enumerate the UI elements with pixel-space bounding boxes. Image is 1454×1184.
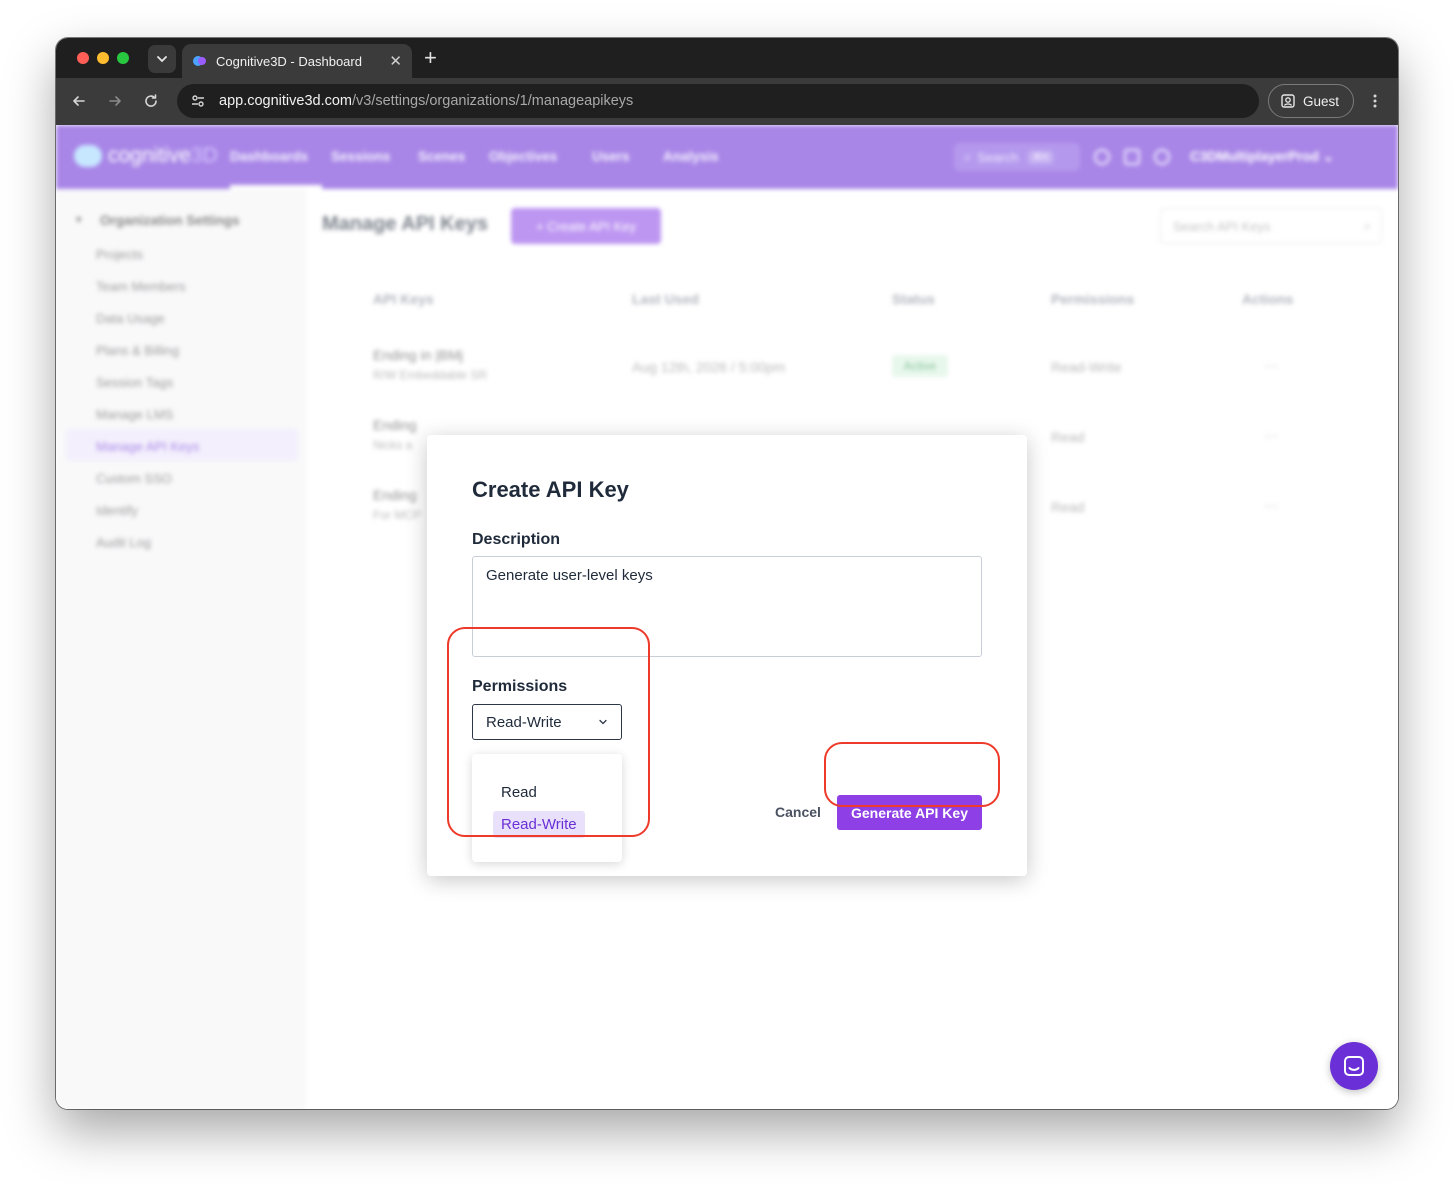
- permissions-highlight-annotation: [447, 627, 650, 837]
- browser-menu-button[interactable]: [1368, 90, 1382, 112]
- url-text: app.cognitive3d.com/v3/settings/organiza…: [219, 93, 633, 109]
- browser-tab[interactable]: Cognitive3D - Dashboard ✕: [182, 44, 412, 78]
- url-path: /v3/settings/organizations/1/manageapike…: [352, 93, 634, 109]
- browser-window: Cognitive3D - Dashboard ✕ + app.cognitiv…: [56, 38, 1398, 1109]
- support-chat-button[interactable]: [1330, 1042, 1378, 1090]
- close-tab-icon[interactable]: ✕: [389, 54, 402, 69]
- profile-label: Guest: [1303, 93, 1340, 109]
- web-page: cognitive3D Dashboards Sessions Scenes O…: [56, 125, 1398, 1109]
- browser-toolbar: app.cognitive3d.com/v3/settings/organiza…: [56, 78, 1398, 125]
- url-host: app.cognitive3d.com: [219, 93, 352, 109]
- cancel-button[interactable]: Cancel: [775, 804, 821, 820]
- arrow-right-icon: [109, 96, 121, 106]
- more-vertical-icon: [1373, 94, 1377, 108]
- generate-button-highlight-annotation: [824, 742, 1000, 807]
- close-window-button[interactable]: [77, 52, 89, 64]
- address-bar[interactable]: app.cognitive3d.com/v3/settings/organiza…: [177, 84, 1259, 118]
- profile-icon: [1281, 94, 1295, 108]
- profile-button[interactable]: Guest: [1268, 84, 1354, 118]
- chat-icon: [1344, 1056, 1364, 1076]
- forward-button[interactable]: [104, 90, 126, 112]
- maximize-window-button[interactable]: [117, 52, 129, 64]
- tab-title: Cognitive3D - Dashboard: [216, 53, 362, 69]
- cognitive3d-favicon-icon: [193, 56, 206, 66]
- reload-icon: [145, 94, 157, 107]
- tab-bar: Cognitive3D - Dashboard ✕ +: [56, 38, 1398, 78]
- reload-button[interactable]: [140, 90, 162, 112]
- arrow-left-icon: [73, 96, 85, 106]
- modal-title: Create API Key: [472, 477, 629, 502]
- minimize-window-button[interactable]: [97, 52, 109, 64]
- description-label: Description: [472, 531, 561, 548]
- tab-search-button[interactable]: [148, 45, 176, 73]
- back-button[interactable]: [68, 90, 90, 112]
- new-tab-button[interactable]: +: [424, 46, 437, 70]
- chevron-down-icon: [157, 56, 167, 63]
- site-settings-icon[interactable]: [187, 90, 209, 112]
